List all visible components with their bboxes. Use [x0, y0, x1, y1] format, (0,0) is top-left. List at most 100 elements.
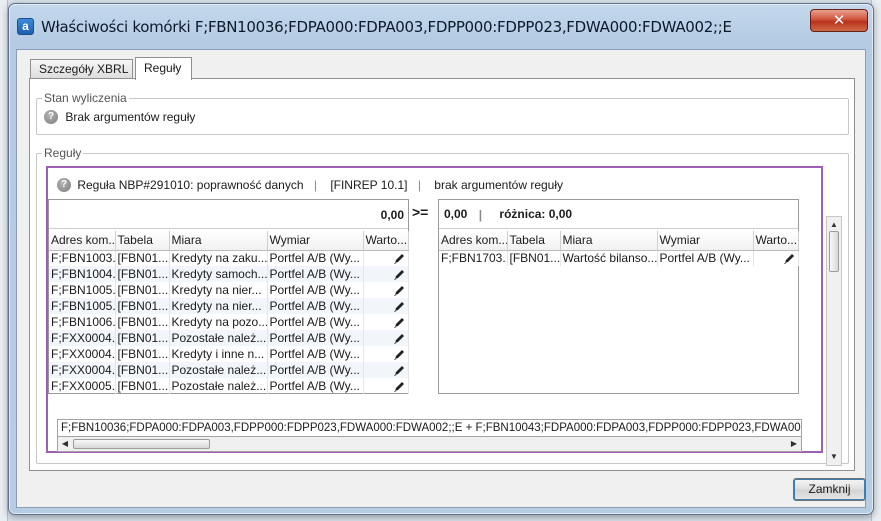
table-cell: [FBN01...	[115, 378, 170, 394]
cell-properties-dialog: a Właściwości komórki F;FBN10036;FDPA000…	[8, 3, 874, 515]
edit-value-cell[interactable]	[363, 314, 409, 330]
column-header[interactable]: Tabela	[115, 231, 170, 251]
table-row[interactable]: F;FXX0004... [FBN01... Pozostałe należ... P…	[49, 330, 409, 346]
table-cell: F;FBN1006...	[49, 314, 116, 330]
table-cell: F;FBN1703...	[439, 250, 508, 266]
column-header[interactable]: Miara	[560, 231, 658, 251]
table-row[interactable]: F;FBN1004...[FBN01...Kredyty samoch...Po…	[49, 266, 409, 282]
table-cell: F;FBN1005...	[49, 282, 116, 298]
rule-title: Reguła NBP#291010: poprawność danych	[77, 177, 304, 192]
separator: |	[313, 177, 317, 192]
table-cell: [FBN01...	[507, 250, 561, 266]
column-header[interactable]: Wymiar	[657, 231, 754, 251]
scroll-up-arrow-icon[interactable]: ▲	[828, 219, 840, 231]
table-cell: F;FXX0004...	[49, 346, 116, 362]
table-row[interactable]: F;FBN1005...[FBN01...Kredyty na nier...P…	[49, 298, 409, 314]
table-header-row: Adres kom... Tabela Miara Wymiar Warto...	[439, 231, 799, 251]
rule-header: ? Reguła NBP#291010: poprawność danych |…	[57, 177, 563, 192]
table-row[interactable]: F;FXX0004... [FBN01... Pozostałe należ... P…	[49, 362, 409, 378]
edit-value-cell[interactable]	[363, 362, 409, 378]
column-header[interactable]: Adres kom...	[49, 231, 116, 251]
right-sum-value: 0,00	[444, 207, 468, 221]
calc-status-legend: Stan wyliczenia	[42, 91, 129, 105]
edit-value-cell[interactable]	[363, 266, 409, 282]
table-cell: Portfel A/B (Wy...	[267, 346, 364, 362]
table-cell: Portfel A/B (Wy...	[267, 250, 364, 266]
comparison-operator: >=	[412, 204, 429, 220]
left-operand-panel: 0,00 Adres kom... Tabela Miara Wymiar Warto.…	[48, 199, 409, 394]
pencil-icon[interactable]	[366, 315, 406, 329]
table-cell: [FBN01...	[115, 330, 170, 346]
rule-card: ? Reguła NBP#291010: poprawność danych |…	[46, 166, 823, 453]
pencil-icon[interactable]	[366, 283, 406, 297]
column-header[interactable]: Warto...	[753, 231, 799, 251]
table-cell: F;FBN1005...	[49, 298, 116, 314]
edit-value-cell[interactable]	[363, 250, 409, 266]
column-header[interactable]: Wymiar	[267, 231, 364, 251]
pencil-icon[interactable]	[366, 251, 406, 265]
left-sum-bar: 0,00	[49, 200, 408, 229]
difference-label: różnica: 0,00	[499, 207, 573, 221]
formula-horizontal-scrollbar[interactable]: ◀ ▶	[57, 437, 802, 452]
tab-xbrl-details[interactable]: Szczegóły XBRL	[30, 59, 133, 79]
scroll-thumb[interactable]	[73, 439, 210, 449]
table-row[interactable]: F;FXX0005... [FBN01... Pozostałe należ... P…	[49, 378, 409, 394]
table-cell: Pozostałe należ...	[169, 362, 268, 378]
edit-value-cell[interactable]	[363, 330, 409, 346]
table-cell: Kredyty na pozo...	[169, 314, 268, 330]
table-cell: [FBN01...	[115, 250, 170, 266]
left-sum-value: 0,00	[380, 208, 404, 222]
edit-value-cell[interactable]	[753, 250, 799, 266]
question-icon: ?	[57, 177, 71, 192]
edit-value-cell[interactable]	[363, 282, 409, 298]
title-close-button[interactable]: ✕	[810, 9, 868, 32]
dialog-title: Właściwości komórki F;FBN10036;FDPA000:F…	[41, 18, 732, 36]
edit-value-cell[interactable]	[363, 378, 409, 394]
pencil-icon[interactable]	[366, 347, 406, 361]
scroll-down-arrow-icon[interactable]: ▼	[828, 451, 840, 463]
rule-formula-field[interactable]: F;FBN10036;FDPA000:FDPA003,FDPP000:FDPP0…	[57, 419, 802, 437]
pencil-icon[interactable]	[366, 267, 406, 281]
rule-template: [FINREP 10.1]	[330, 177, 408, 192]
table-header-row: Adres kom... Tabela Miara Wymiar Warto...	[49, 231, 409, 251]
column-header[interactable]: Warto...	[363, 231, 409, 251]
table-row[interactable]: F;FXX0004... [FBN01... Kredyty i inne n...…	[49, 346, 409, 362]
table-row[interactable]: F;FBN1703... [FBN01... Wartość bilanso... P…	[439, 250, 799, 266]
edit-value-cell[interactable]	[363, 298, 409, 314]
rules-vertical-scrollbar[interactable]: ▲ ▼	[826, 216, 842, 466]
table-cell: Portfel A/B (Wy...	[267, 282, 364, 298]
app-icon: a	[17, 18, 34, 35]
table-cell: Kredyty na zaku...	[169, 250, 268, 266]
calc-status-row: ? Brak argumentów reguły	[44, 109, 195, 124]
table-cell: F;FXX0005...	[49, 378, 116, 394]
column-header[interactable]: Tabela	[507, 231, 561, 251]
pencil-icon[interactable]	[366, 331, 406, 345]
scroll-thumb[interactable]	[829, 231, 839, 272]
table-cell: Portfel A/B (Wy...	[267, 314, 364, 330]
calc-status-group: Stan wyliczenia ? Brak argumentów reguły	[36, 91, 849, 135]
pencil-icon[interactable]	[366, 363, 406, 377]
edit-value-cell[interactable]	[363, 346, 409, 362]
pencil-icon[interactable]	[366, 299, 406, 313]
column-header[interactable]: Miara	[169, 231, 268, 251]
tab-rules[interactable]: Reguły	[135, 57, 192, 80]
scroll-left-arrow-icon[interactable]: ◀	[59, 438, 71, 450]
column-header[interactable]: Adres kom...	[439, 231, 508, 251]
pencil-icon[interactable]	[756, 251, 796, 265]
table-row[interactable]: F;FBN1006...[FBN01...Kredyty na pozo...P…	[49, 314, 409, 330]
rules-tab-panel: Stan wyliczenia ? Brak argumentów reguły…	[29, 78, 855, 471]
question-icon: ?	[44, 109, 58, 124]
table-cell: [FBN01...	[115, 298, 170, 314]
right-sum-group: 0,00 | różnica: 0,00	[444, 207, 572, 222]
rule-status: brak argumentów reguły	[434, 177, 564, 192]
table-row[interactable]: F;FBN1003...[FBN01...Kredyty na zaku...P…	[49, 250, 409, 266]
pencil-icon[interactable]	[366, 379, 406, 393]
close-button[interactable]: Zamknij	[793, 478, 866, 501]
table-cell: [FBN01...	[115, 346, 170, 362]
right-args-table: Adres kom... Tabela Miara Wymiar Warto... F;…	[439, 231, 799, 266]
table-row[interactable]: F;FBN1005...[FBN01...Kredyty na nier...P…	[49, 282, 409, 298]
table-cell: Portfel A/B (Wy...	[267, 378, 364, 394]
right-sum-bar: 0,00 | różnica: 0,00	[439, 200, 798, 229]
table-cell: [FBN01...	[115, 362, 170, 378]
scroll-right-arrow-icon[interactable]: ▶	[788, 438, 800, 450]
